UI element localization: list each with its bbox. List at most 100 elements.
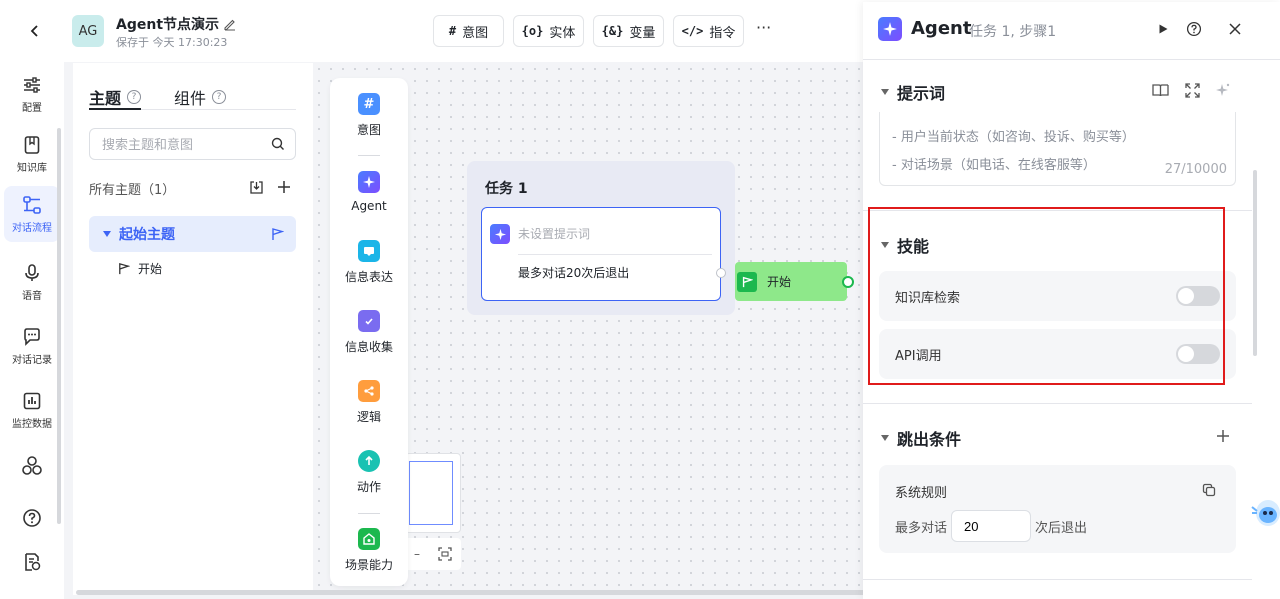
skills-section-header[interactable]: 技能 [881, 233, 929, 257]
assistant-mascot-icon[interactable] [1250, 493, 1280, 531]
run-button[interactable] [1153, 19, 1173, 39]
prompt-library-button[interactable] [1150, 80, 1170, 100]
back-button[interactable] [22, 18, 48, 44]
variable-icon: {&} [601, 24, 624, 38]
topic-search-input[interactable] [102, 136, 252, 152]
tab-topic-label: 主题 [89, 89, 122, 108]
help-icon[interactable]: ? [127, 90, 142, 104]
panel-header: Agent 任务 1, 步骤1 [863, 2, 1280, 60]
help-icon [23, 509, 41, 527]
palette-label: Agent [351, 199, 387, 213]
palette-divider [358, 513, 380, 514]
palette-item-scene[interactable]: 场景能力 [330, 528, 408, 573]
code-icon: </> [681, 24, 704, 38]
import-topic-button[interactable] [247, 178, 265, 196]
tab-active-indicator [89, 108, 141, 110]
close-panel-button[interactable] [1225, 19, 1245, 39]
rail-item-config[interactable]: 配置 [4, 66, 60, 122]
palette-item-logic[interactable]: 逻辑 [330, 380, 408, 425]
palette-item-message[interactable]: 信息表达 [330, 240, 408, 285]
collect-icon [358, 310, 380, 332]
topic-search [89, 128, 296, 160]
palette-label: 意图 [356, 123, 381, 137]
start-node-port[interactable] [842, 276, 854, 288]
app-root: { "header": { "avatar_text": "AG", "titl… [0, 0, 1280, 599]
palette-item-agent[interactable]: Agent [330, 171, 408, 213]
rail-label: 配置 [22, 102, 42, 114]
prompt-textarea[interactable]: - 用户当前状态（如咨询、投诉、购买等） - 对话场景（如电话、在线客服等） 2… [879, 112, 1236, 186]
palette-divider [358, 155, 380, 156]
rail-item-monitor[interactable]: 监控数据 [4, 382, 60, 438]
caret-down-icon[interactable] [103, 231, 111, 237]
project-title: Agent节点演示 [116, 17, 220, 33]
play-icon [1159, 24, 1168, 34]
edit-icon[interactable] [223, 17, 237, 31]
doc-settings-icon [25, 553, 41, 571]
caret-down-icon [881, 435, 889, 441]
topic-child-start[interactable]: 开始 [117, 260, 162, 277]
rail-label: 知识库 [17, 162, 47, 174]
system-rule-card: 系统规则 最多对话 次后退出 [879, 465, 1236, 553]
palette-item-collect[interactable]: 信息收集 [330, 310, 408, 355]
prompt-line: - 用户当前状态（如咨询、投诉、购买等） [892, 130, 1135, 145]
rail-item-doc-settings[interactable] [4, 534, 60, 590]
help-icon[interactable]: ? [212, 90, 227, 104]
toolbar-entity-button[interactable]: {o} 实体 [513, 15, 584, 47]
search-icon[interactable] [271, 137, 285, 151]
tab-component[interactable]: 组件 ? [174, 85, 227, 109]
node-output-port[interactable] [716, 268, 726, 278]
palette-item-intent[interactable]: # 意图 [330, 93, 408, 138]
exit-section-header[interactable]: 跳出条件 [881, 426, 961, 450]
section-divider [863, 579, 1252, 580]
section-divider [863, 403, 1252, 404]
zoom-out-button[interactable]: – [414, 547, 420, 561]
ai-generate-button[interactable] [1213, 80, 1233, 100]
topic-item-start[interactable]: 起始主题 [89, 216, 296, 252]
toolbar-command-button[interactable]: </> 指令 [673, 15, 744, 47]
expand-prompt-button[interactable] [1182, 80, 1202, 100]
rail-item-apps[interactable] [4, 438, 60, 494]
project-title-row: Agent节点演示 [116, 14, 237, 34]
plus-icon [278, 181, 290, 193]
canvas-controls: – [405, 538, 461, 570]
rail-item-voice[interactable]: 语音 [4, 254, 60, 310]
prompt-section-header[interactable]: 提示词 [881, 80, 945, 104]
skill-api-toggle[interactable] [1176, 344, 1220, 364]
copy-rule-button[interactable] [1200, 481, 1218, 499]
chevron-left-icon [30, 25, 38, 37]
expand-icon [1184, 82, 1200, 98]
skill-knowledge-toggle[interactable] [1176, 286, 1220, 306]
tab-topic[interactable]: 主题 ? [89, 85, 142, 109]
add-topic-button[interactable] [275, 178, 293, 196]
fit-view-icon[interactable] [438, 547, 452, 561]
intent-icon: # [358, 93, 380, 115]
start-node[interactable]: 开始 [735, 262, 847, 301]
minimap-viewport[interactable] [409, 461, 453, 525]
panel-help-button[interactable] [1184, 19, 1204, 39]
book-open-icon [1151, 83, 1169, 96]
toolbar-entity-label: 实体 [549, 25, 576, 41]
flag-icon [119, 263, 130, 275]
topic-child-label: 开始 [138, 262, 163, 276]
agent-config-panel: Agent 任务 1, 步骤1 提示词 - 用户当前状态（如咨询、投诉、购买等）… [863, 2, 1280, 599]
canvas-h-scrollbar[interactable] [76, 590, 866, 595]
rail-item-chatlog[interactable]: 对话记录 [4, 318, 60, 374]
close-icon [1229, 23, 1241, 35]
project-avatar: AG [72, 15, 104, 47]
more-menu-button[interactable]: ··· [756, 18, 771, 37]
agent-node-card[interactable]: 未设置提示词 最多对话20次后退出 [481, 207, 721, 301]
max-turns-input[interactable] [951, 510, 1032, 542]
max-turns-row: 最多对话 次后退出 [895, 510, 1087, 542]
rail-item-flow[interactable]: 对话流程 [4, 186, 60, 242]
palette-label: 场景能力 [344, 558, 393, 572]
rail-scrollbar[interactable] [57, 128, 61, 524]
toolbar-variable-button[interactable]: {&} 变量 [593, 15, 664, 47]
palette-item-action[interactable]: 动作 [330, 450, 408, 495]
toolbar-command-label: 指令 [709, 25, 736, 41]
add-exit-condition-button[interactable] [1213, 426, 1233, 446]
sparkle-icon [1216, 83, 1230, 96]
panel-scrollbar[interactable] [1253, 170, 1257, 356]
rail-item-knowledge[interactable]: 知识库 [4, 126, 60, 182]
flag-icon [737, 271, 757, 292]
toolbar-intent-button[interactable]: # 意图 [433, 15, 504, 47]
